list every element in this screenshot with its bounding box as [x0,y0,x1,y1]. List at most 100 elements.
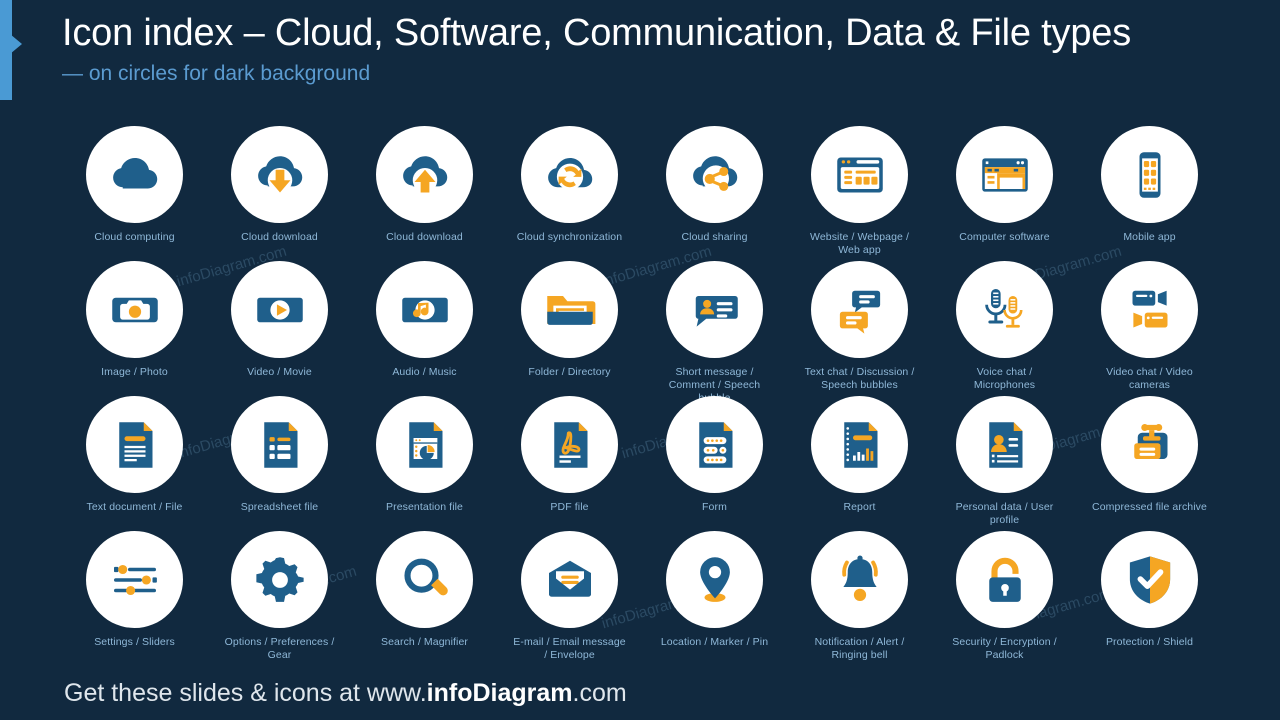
icon-cell-image-photo[interactable]: Image / Photo [62,261,207,396]
microphone-icon[interactable] [956,261,1053,358]
padlock-icon[interactable] [956,531,1053,628]
page-subtitle: — on circles for dark background [62,61,371,85]
icon-cell-cloud-download[interactable]: Cloud download [207,126,352,261]
icon-cell-pdf-file[interactable]: PDF file [497,396,642,531]
spreadsheet-icon[interactable] [231,396,328,493]
pdf-icon[interactable] [521,396,618,493]
icon-caption: Voice chat / Microphones [973,366,1036,391]
icon-cell-video-movie[interactable]: Video / Movie [207,261,352,396]
smartphone-icon[interactable] [1101,126,1198,223]
icon-caption: Search / Magnifier [380,636,468,648]
icon-caption: Mobile app [1123,231,1176,243]
cloud-share-icon[interactable] [666,126,763,223]
magnifier-icon[interactable] [376,531,473,628]
envelope-icon[interactable] [521,531,618,628]
icon-caption: Presentation file [386,501,463,513]
play-button-icon[interactable] [231,261,328,358]
icon-cell-computer-software[interactable]: Computer software [932,126,1077,261]
icon-caption: Computer software [959,231,1050,243]
cloud-download-icon[interactable] [231,126,328,223]
icon-caption: Protection / Shield [1105,636,1194,648]
icon-caption: Folder / Directory [528,366,611,378]
presentation-icon[interactable] [376,396,473,493]
icon-cell-cloud-synchronization[interactable]: Cloud synchronization [497,126,642,261]
icon-caption: Audio / Music [392,366,457,378]
cloud-icon[interactable] [86,126,183,223]
icon-caption: Website / Webpage / Web app [810,231,909,256]
footer-cta: Get these slides & icons at www.infoDiag… [64,679,627,708]
icon-caption: Location / Marker / Pin [660,636,769,648]
shield-check-icon[interactable] [1101,531,1198,628]
cloud-upload-icon[interactable] [376,126,473,223]
icon-cell-personal-data[interactable]: Personal data / User profile [932,396,1077,531]
icon-caption: Cloud synchronization [516,231,623,243]
icon-cell-voice-chat[interactable]: Voice chat / Microphones [932,261,1077,396]
icon-cell-folder-directory[interactable]: Folder / Directory [497,261,642,396]
icon-caption: Spreadsheet file [240,501,319,513]
icon-cell-email[interactable]: E-mail / Email message / Envelope [497,531,642,666]
footer-prefix: Get these slides & icons at www. [64,679,427,707]
icon-grid: Cloud computing Cloud download Cloud dow… [62,126,1222,666]
file-compress-icon[interactable] [1101,396,1198,493]
cloud-sync-icon[interactable] [521,126,618,223]
icon-caption: Personal data / User profile [955,501,1054,526]
video-camera-icon[interactable] [1101,261,1198,358]
application-window-icon[interactable] [956,126,1053,223]
icon-cell-options-preferences[interactable]: Options / Preferences / Gear [207,531,352,666]
icon-caption: Text document / File [86,501,183,513]
left-accent-notch [10,34,22,54]
icon-caption: Video chat / Video cameras [1106,366,1193,391]
report-icon[interactable] [811,396,908,493]
icon-caption: Compressed file archive [1092,501,1207,513]
icon-caption: E-mail / Email message / Envelope [513,636,626,661]
icon-cell-text-chat[interactable]: Text chat / Discussion / Speech bubbles [787,261,932,396]
icon-cell-notification[interactable]: Notification / Alert / Ringing bell [787,531,932,666]
icon-caption: Text chat / Discussion / Speech bubbles [804,366,915,391]
icon-caption: Video / Movie [247,366,312,378]
icon-cell-search-magnifier[interactable]: Search / Magnifier [352,531,497,666]
icon-cell-text-document[interactable]: Text document / File [62,396,207,531]
icon-cell-video-chat[interactable]: Video chat / Video cameras [1077,261,1222,396]
speech-bubble-contact-icon[interactable] [666,261,763,358]
browser-window-icon[interactable] [811,126,908,223]
icon-cell-short-message[interactable]: Short message / Comment / Speech bubble [642,261,787,404]
icon-cell-cloud-computing[interactable]: Cloud computing [62,126,207,261]
icon-caption: Cloud download [241,231,318,243]
music-note-icon[interactable] [376,261,473,358]
icon-cell-protection[interactable]: Protection / Shield [1077,531,1222,666]
icon-cell-cloud-sharing[interactable]: Cloud sharing [642,126,787,261]
footer-brand: infoDiagram [426,679,573,707]
icon-caption: Image / Photo [101,366,168,378]
page-title: Icon index – Cloud, Software, Communicat… [62,12,1132,54]
sliders-icon[interactable] [86,531,183,628]
icon-cell-audio-music[interactable]: Audio / Music [352,261,497,396]
camera-icon[interactable] [86,261,183,358]
folder-icon[interactable] [521,261,618,358]
icon-cell-settings-sliders[interactable]: Settings / Sliders [62,531,207,666]
icon-cell-cloud-upload[interactable]: Cloud download [352,126,497,261]
icon-cell-compressed-file[interactable]: Compressed file archive [1077,396,1222,531]
icon-cell-location[interactable]: Location / Marker / Pin [642,531,787,666]
icon-cell-mobile-app[interactable]: Mobile app [1077,126,1222,261]
footer-suffix: .com [572,679,627,707]
icon-cell-report[interactable]: Report [787,396,932,531]
icon-caption: Cloud computing [94,231,175,243]
user-profile-document-icon[interactable] [956,396,1053,493]
icon-caption: PDF file [550,501,589,513]
chat-bubbles-icon[interactable] [811,261,908,358]
bell-icon[interactable] [811,531,908,628]
icon-caption: Report [843,501,876,513]
icon-cell-form[interactable]: Form [642,396,787,531]
icon-cell-presentation-file[interactable]: Presentation file [352,396,497,531]
gear-icon[interactable] [231,531,328,628]
form-icon[interactable] [666,396,763,493]
icon-caption: Notification / Alert / Ringing bell [814,636,905,661]
document-icon[interactable] [86,396,183,493]
icon-caption: Form [702,501,727,513]
icon-caption: Security / Encryption / Padlock [952,636,1057,661]
map-pin-icon[interactable] [666,531,763,628]
icon-caption: Cloud download [386,231,463,243]
icon-cell-website[interactable]: Website / Webpage / Web app [787,126,932,261]
icon-cell-spreadsheet-file[interactable]: Spreadsheet file [207,396,352,531]
icon-cell-security[interactable]: Security / Encryption / Padlock [932,531,1077,666]
